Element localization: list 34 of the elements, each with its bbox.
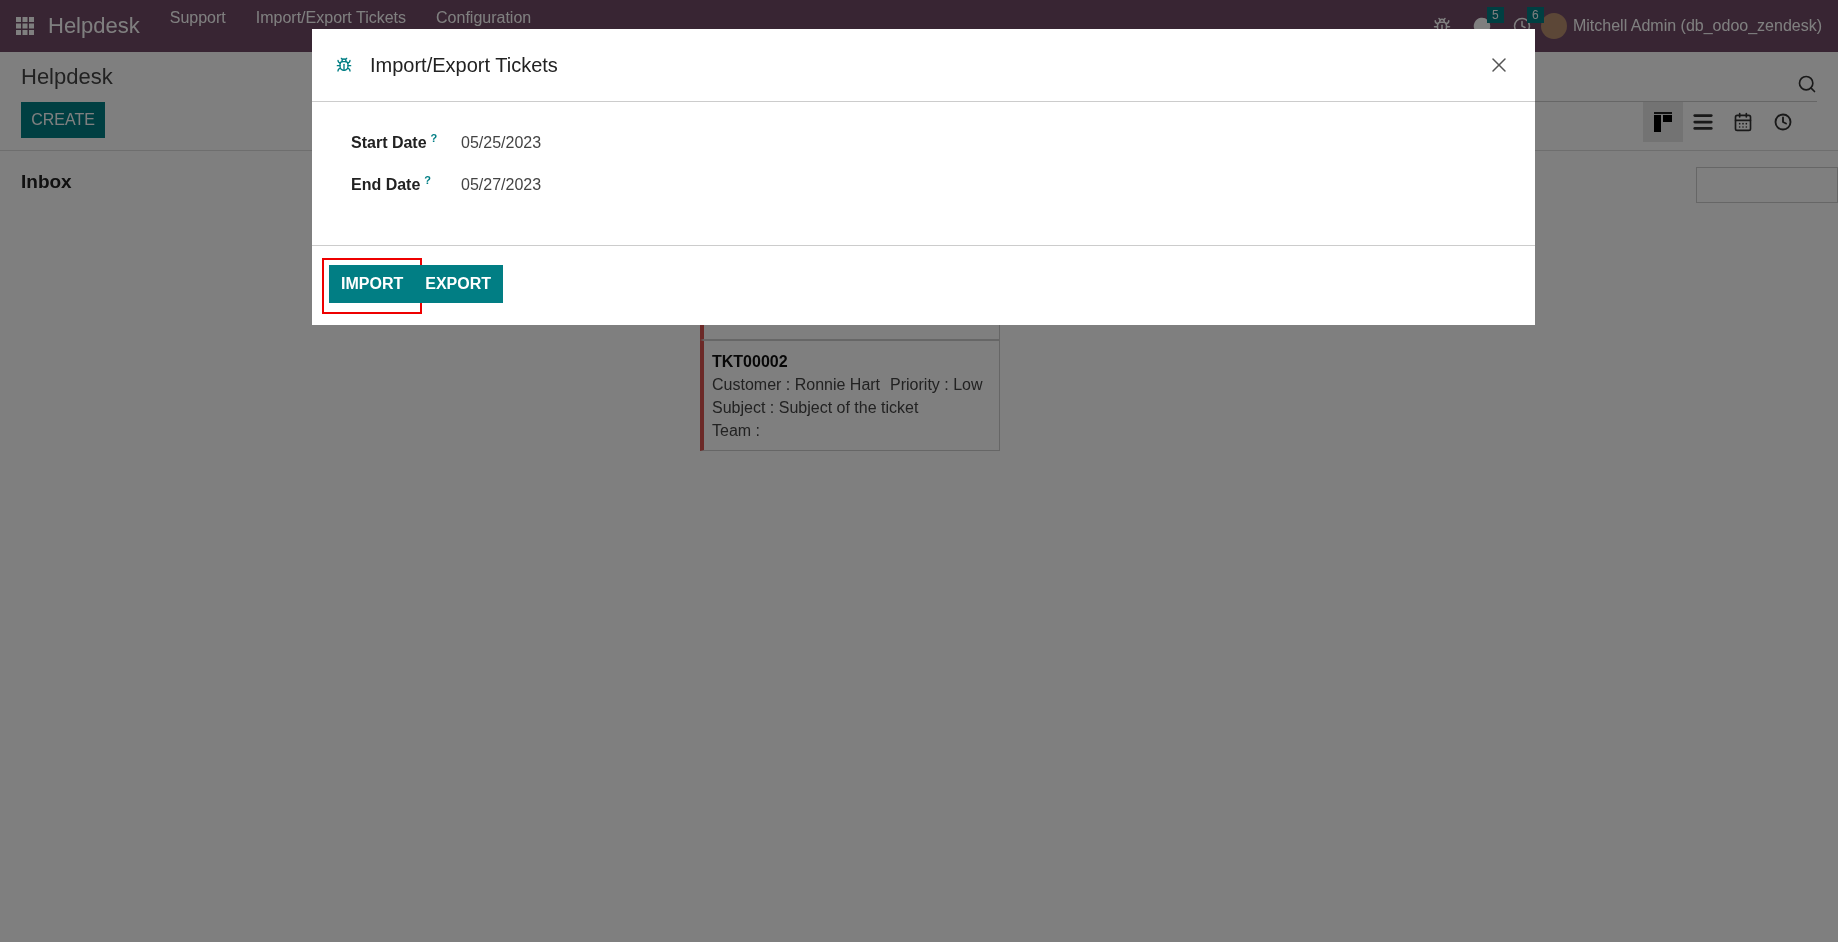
clock-icon — [1774, 113, 1792, 131]
dialog-title: Import/Export Tickets — [370, 53, 559, 77]
dialog-button[interactable]: EXPORT — [413, 264, 503, 303]
ticket-card[interactable]: TKT00002 Customer : Ronnie Hart Priority : Low Subject : Subject of the ticket Team : — [700, 340, 1000, 451]
app-name[interactable]: Helpdesk — [48, 13, 140, 39]
message-count: 5 — [1486, 7, 1504, 23]
view-switch-button[interactable] — [1643, 102, 1683, 142]
subject-text: Subject : Subject of the ticket — [712, 399, 920, 417]
customer-text: Customer : Ronnie Hart — [712, 376, 881, 394]
list-icon — [1692, 111, 1714, 133]
quick-create-field[interactable] — [1696, 167, 1838, 203]
search-icon[interactable] — [1797, 74, 1817, 94]
ticket-reference: TKT00002 — [712, 353, 789, 371]
date-field[interactable]: 05/25/2023 — [461, 132, 1496, 174]
dialog-button[interactable]: IMPORT — [329, 264, 416, 303]
field-label: Start Date $^{?}$ — [351, 132, 439, 154]
menu-item[interactable]: Import/Export Tickets — [255, 9, 407, 27]
column-title: Inbox — [21, 171, 72, 192]
activity-count: 6 — [1526, 7, 1544, 23]
kanban-icon — [1654, 112, 1672, 132]
calendar-icon — [1733, 112, 1753, 132]
apps-menu-icon[interactable] — [16, 17, 34, 35]
user-name[interactable]: Mitchell Admin (db_odoo_zendesk) — [1572, 17, 1822, 35]
help-tooltip[interactable]: ? — [430, 132, 438, 144]
priority-text: Priority : Low — [890, 376, 983, 394]
team-text: Team : — [712, 422, 761, 440]
breadcrumb: Helpdesk — [21, 64, 113, 90]
menu-item[interactable]: Configuration — [436, 9, 532, 27]
help-tooltip[interactable]: ? — [424, 174, 432, 186]
menu-item[interactable]: Support — [169, 9, 226, 27]
create-button[interactable]: CREATE — [21, 102, 105, 138]
field-label: End Date $^{?}$ — [351, 174, 433, 196]
bug-icon — [336, 57, 352, 73]
date-field[interactable]: 05/27/2023 — [461, 174, 1496, 216]
